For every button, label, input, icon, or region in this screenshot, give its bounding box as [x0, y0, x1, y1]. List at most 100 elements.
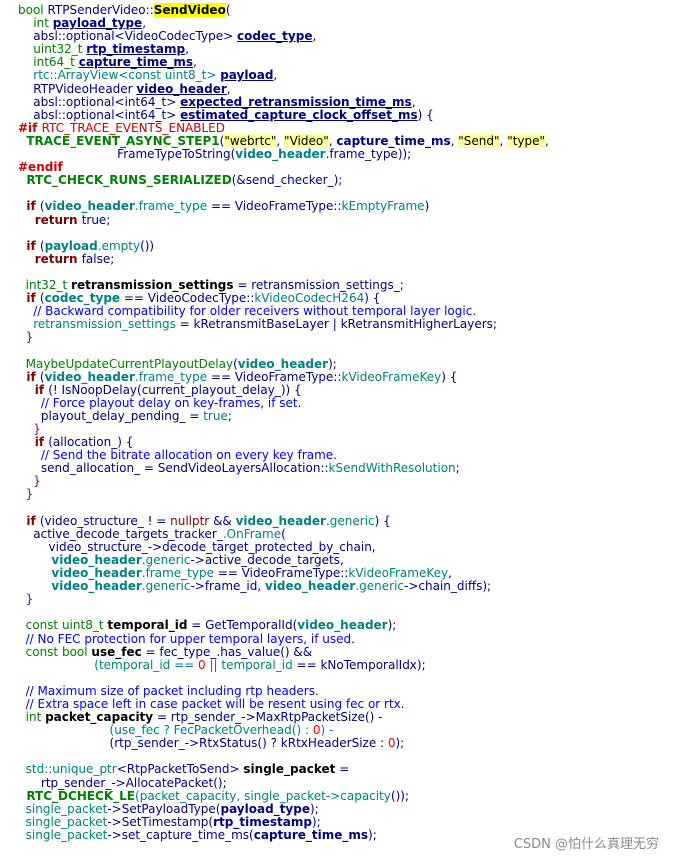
code-token: expected_retransmission_time_ms — [180, 94, 412, 109]
code-token: video_header — [18, 579, 142, 594]
code-token: = retransmission_settings_; — [233, 277, 404, 292]
code-token: // Backward compatibility for older rece… — [18, 304, 477, 319]
code-token: video_header — [18, 566, 142, 581]
code-token: payload_type — [52, 16, 143, 31]
code-token: ( — [281, 526, 286, 541]
code-token: send_allocation_ = SendVideoLayersAlloca… — [18, 461, 329, 476]
code-token: temporal_id — [107, 618, 188, 633]
code-token: .frame_type — [141, 566, 214, 581]
code-token: absl::optional<VideoCodecType> — [18, 29, 237, 44]
code-token: (&send_checker_); — [231, 173, 343, 188]
code-token: = — [335, 762, 350, 777]
code-token: bool — [18, 3, 48, 17]
code-token: (allocation_) { — [48, 435, 134, 450]
code-token: payload — [44, 238, 98, 253]
code-token: , — [545, 133, 549, 148]
code-line: return false; — [18, 251, 675, 266]
code-token: 0 — [198, 657, 206, 672]
code-token: packet_capacity — [45, 710, 154, 725]
code-token: ()) — [140, 238, 155, 253]
code-token: ); — [387, 618, 397, 633]
code-token: video_header — [44, 199, 135, 214]
code-token: video_header — [297, 618, 388, 633]
code-token: = fec_type_.has_value() && — [141, 644, 313, 659]
code-line: } — [18, 475, 675, 488]
code-token: single_packet — [18, 814, 108, 829]
code-token: .frame_type — [134, 199, 208, 214]
code-token: RTPVideoHeader — [18, 81, 137, 96]
code-token: FrameTypeToString( — [18, 147, 236, 162]
code-token: int — [18, 16, 53, 31]
code-token: .OnFrame — [222, 526, 282, 541]
code-token: kEmptyFrame — [341, 199, 425, 214]
code-token: int32_t — [18, 277, 72, 292]
code-token: video_header — [237, 356, 329, 371]
code-token: "type" — [507, 133, 546, 148]
code-token: use_fec — [91, 644, 142, 659]
code-token: (temporal_id == — [18, 657, 199, 672]
code-token: single_packet — [18, 827, 108, 842]
code-token: .frame_type — [134, 369, 208, 384]
code-token: .generic — [141, 552, 191, 567]
code-token: #if — [18, 120, 42, 135]
code-token: (use_fec ? FecPacketOverhead() : — [18, 723, 313, 738]
code-token: .empty — [97, 238, 141, 253]
code-line: } — [18, 593, 675, 606]
code-token: .generic — [141, 579, 191, 594]
code-token: ->chain_diffs); — [404, 579, 492, 594]
code-token: (packet_capacity, single_packet->capacit… — [135, 788, 391, 803]
code-token: == VideoFrameType:: — [207, 369, 342, 384]
code-line: } — [18, 331, 675, 344]
code-token: playout_delay_pending_ = — [18, 408, 204, 423]
code-token: ); — [328, 356, 337, 371]
code-token: } — [18, 474, 41, 489]
code-token: capture_time_ms — [78, 55, 193, 70]
code-line: FrameTypeToString(video_header.frame_typ… — [18, 147, 675, 162]
code-token: 0 — [387, 736, 396, 751]
code-line: video_header.generic->frame_id, video_he… — [18, 580, 675, 593]
watermark: CSDN @怕什么真理无穷 — [513, 837, 659, 852]
code-token: kSendWithResolution — [328, 461, 456, 476]
code-token: if — [18, 513, 40, 528]
code-token: ->SetPayloadType( — [107, 801, 221, 816]
code-token: // Extra space left in case packet will … — [18, 696, 405, 711]
code-token: , — [276, 133, 285, 148]
code-token: if — [18, 291, 40, 306]
code-token: SendVideo — [153, 3, 226, 17]
code-token: "Send" — [458, 133, 500, 148]
code-token: video_header — [265, 579, 356, 594]
code-token: false; — [81, 251, 115, 266]
code-token: const bool — [18, 644, 92, 659]
code-token: video_structure_->decode_target_protecte… — [18, 539, 376, 554]
code-token: ->set_capture_time_ms( — [107, 827, 254, 842]
code-token: ) - — [320, 723, 334, 738]
code-token: absl::optional<int64_t> — [18, 107, 181, 122]
code-token: kVideoCodecH264 — [254, 291, 365, 306]
code-token: ) { — [374, 513, 391, 528]
code-line: RTC_CHECK_RUNS_SERIALIZED(&send_checker_… — [18, 174, 675, 187]
code-token: = GetTemporalId( — [187, 618, 298, 633]
code-token: , — [142, 16, 147, 31]
code-token: codec_type — [44, 291, 121, 306]
code-token: ()); — [390, 788, 410, 803]
code-token: "webrtc" — [224, 133, 277, 148]
code-token: == VideoFrameType:: — [207, 199, 342, 214]
code-token: // No FEC protection for upper temporal … — [18, 631, 355, 646]
code-token: capture_time_ms — [253, 827, 369, 842]
code-token: ->frame_id, — [190, 579, 265, 594]
code-token: int64_t — [18, 55, 79, 70]
code-token: MaybeUpdateCurrentPlayoutDelay — [18, 356, 234, 371]
code-token: codec_type — [236, 29, 313, 44]
code-token: = kRetransmitBaseLayer | kRetransmitHigh… — [175, 317, 497, 332]
code-token: } — [18, 330, 34, 345]
code-token: payload — [220, 68, 274, 83]
code-token: ->SetTimestamp( — [107, 814, 214, 829]
code-token: estimated_capture_clock_offset_ms — [180, 107, 418, 122]
code-token: nullptr — [170, 513, 210, 528]
code-viewer: bool RTPSenderVideo::SendVideo( int payl… — [18, 3, 675, 842]
code-token: retransmission_settings — [18, 317, 176, 332]
code-token: if — [18, 238, 40, 253]
code-token: #endif — [18, 160, 63, 175]
code-token: return — [18, 212, 82, 227]
code-token: absl::optional<int64_t> — [18, 94, 181, 109]
